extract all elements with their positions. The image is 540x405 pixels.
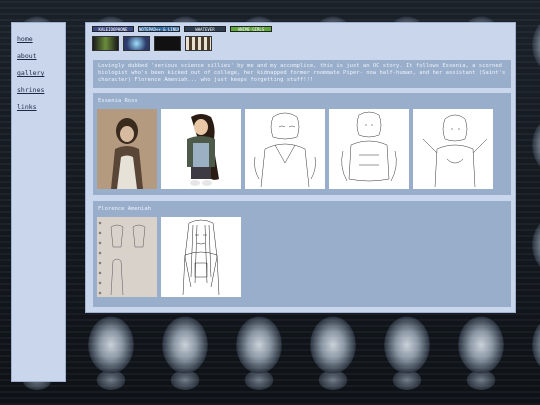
button-88x31-2[interactable]: NOTEPAD++ & LINUX bbox=[138, 26, 180, 32]
gallery-thumb[interactable] bbox=[161, 217, 241, 297]
stamp-2[interactable] bbox=[123, 36, 150, 51]
gallery-thumb[interactable] bbox=[413, 109, 493, 189]
panel-title: Florence Ameniah bbox=[98, 206, 151, 212]
gallery-panel-florence: Florence Ameniah bbox=[93, 201, 511, 307]
button-88x31-1[interactable]: KALEIDOPHONE bbox=[92, 26, 134, 32]
main-content: KALEIDOPHONE NOTEPAD++ & LINUX WHATEVER … bbox=[85, 22, 516, 313]
gallery-thumb[interactable] bbox=[97, 109, 157, 189]
nav-link-about[interactable]: about bbox=[17, 52, 60, 60]
stamp-1[interactable] bbox=[92, 36, 119, 51]
button-88x31-4[interactable]: ANIME GIRLS bbox=[230, 26, 272, 32]
nav-link-home[interactable]: home bbox=[17, 35, 60, 43]
sidebar-nav: home about gallery shrines links bbox=[11, 22, 66, 382]
nav-link-shrines[interactable]: shrines bbox=[17, 86, 60, 94]
nav-link-gallery[interactable]: gallery bbox=[17, 69, 60, 77]
gallery-thumb[interactable] bbox=[245, 109, 325, 189]
button-88x31-3[interactable]: WHATEVER bbox=[184, 26, 226, 32]
stamp-4[interactable] bbox=[185, 36, 212, 51]
gallery-panel-essenia: Essenia Ross bbox=[93, 93, 511, 195]
gallery-thumb[interactable] bbox=[161, 109, 241, 189]
gallery-thumb[interactable] bbox=[97, 217, 157, 297]
nav-link-links[interactable]: links bbox=[17, 103, 60, 111]
gallery-thumb[interactable] bbox=[329, 109, 409, 189]
panel-title: Essenia Ross bbox=[98, 98, 138, 104]
stamp-3[interactable] bbox=[154, 36, 181, 51]
intro-text: Lovingly dubbed 'serious science sillies… bbox=[93, 60, 511, 88]
